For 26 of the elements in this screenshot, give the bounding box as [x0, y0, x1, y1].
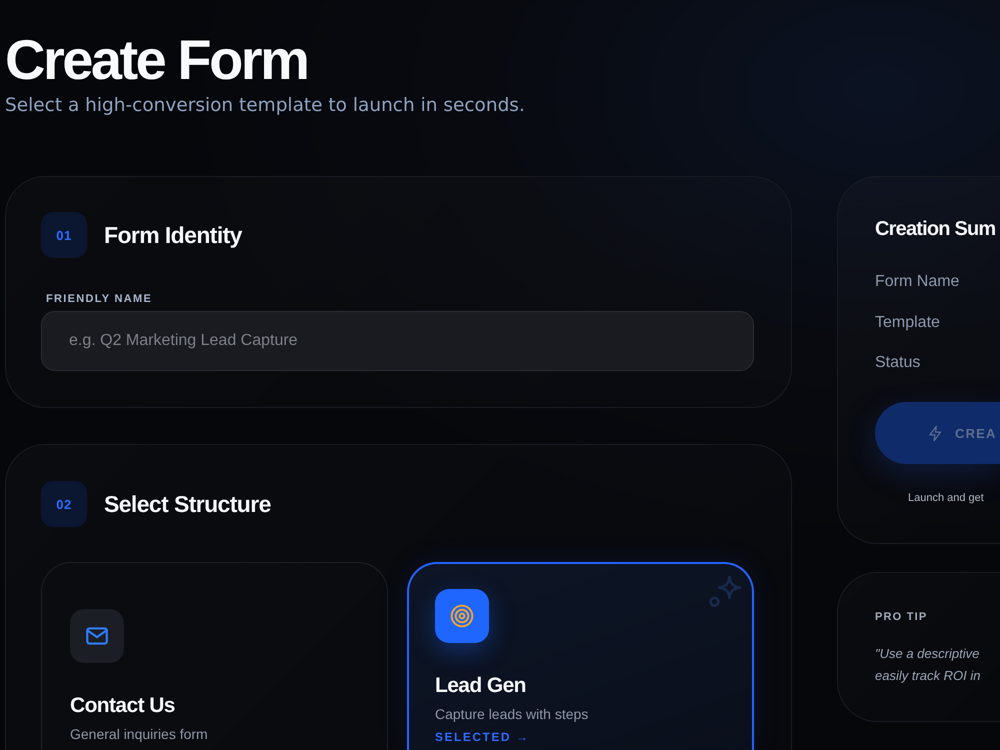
template-name: Contact Us — [70, 693, 176, 719]
template-card[interactable]: Contact Us General inquiries form — [41, 562, 388, 750]
name-input[interactable]: e.g. Q2 Marketing Lead Capture — [41, 311, 754, 371]
template-description: General inquiries form — [70, 725, 209, 744]
template-description: Capture leads with steps — [435, 705, 590, 724]
sparkle-icon — [707, 574, 743, 610]
selected-label: SELECTED → — [435, 730, 530, 744]
target-icon — [435, 589, 489, 643]
mail-icon — [70, 609, 124, 663]
summary-row-label: Form Name — [875, 272, 960, 292]
field-label: FRIENDLY NAME — [45, 294, 154, 305]
template-name: Lead Gen — [435, 673, 527, 699]
summary-row-label: Status — [875, 353, 922, 373]
section-title: Select Structure — [104, 490, 271, 518]
tip-label: PRO TIP — [875, 611, 928, 623]
step-badge: 01 — [41, 212, 87, 258]
button-caption: Launch and get — [907, 491, 985, 505]
tip-quote: "Use a descriptive easily track ROI in — [875, 645, 982, 685]
summary-row-label: Template — [875, 312, 941, 332]
summary-title: Creation Sum — [875, 217, 996, 242]
step-badge: 02 — [41, 481, 87, 527]
lightning-bolt-icon — [927, 424, 944, 442]
page-subtitle: Select a high-conversion template to launch in seconds. — [5, 94, 526, 118]
template-card[interactable]: Lead Gen Capture leads with steps SELECTED → — [407, 562, 754, 750]
section-title: Form Identity — [104, 222, 242, 248]
page-title: Create Form — [5, 30, 308, 90]
